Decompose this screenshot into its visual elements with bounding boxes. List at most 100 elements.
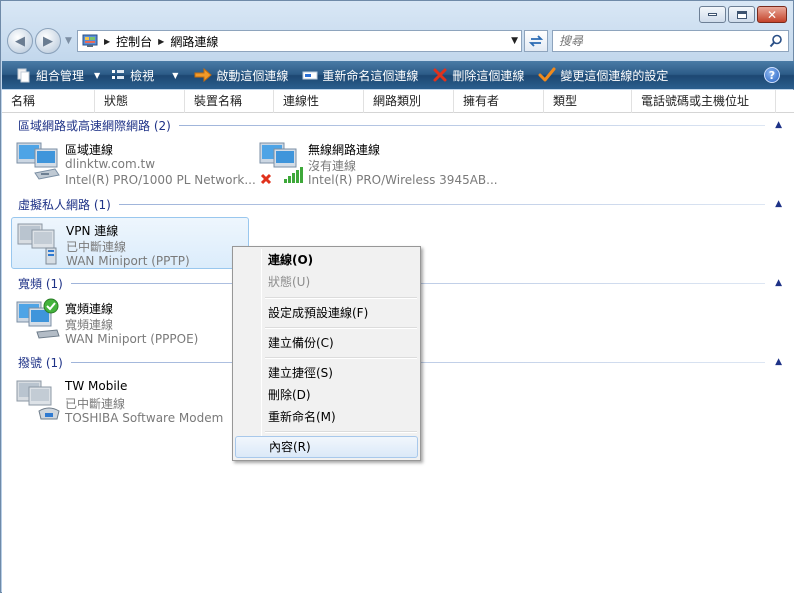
forward-button[interactable]: ▶	[35, 28, 61, 54]
history-dropdown-icon[interactable]: ▼	[65, 36, 72, 46]
chevron-down-icon: ▼	[172, 70, 179, 80]
column-name[interactable]: 名稱	[2, 90, 95, 113]
menu-item-status[interactable]: 狀態(U)	[235, 271, 418, 293]
maximize-button[interactable]	[728, 6, 755, 23]
views-icon	[112, 70, 125, 79]
connection-status: 已中斷連線	[65, 397, 126, 411]
column-owner[interactable]: 擁有者	[454, 90, 544, 113]
column-status[interactable]: 狀態	[95, 90, 185, 113]
connection-item-local-area[interactable]: 區域連線 dlinktw.com.tw Intel(R) PRO/1000 PL…	[11, 137, 256, 189]
menu-separator	[265, 357, 417, 359]
search-icon[interactable]	[769, 34, 783, 48]
organize-label: 組合管理	[36, 68, 85, 83]
breadcrumb-network-connections[interactable]: 網路連線	[170, 33, 218, 50]
connection-item-vpn[interactable]: VPN 連線 已中斷連線 WAN Miniport (PPTP)	[11, 217, 249, 269]
back-button[interactable]: ◀	[7, 28, 33, 54]
collapse-chevron-icon[interactable]: ▲	[775, 357, 782, 367]
menu-separator	[265, 431, 417, 433]
address-dropdown-icon[interactable]: ▼	[511, 36, 518, 46]
back-arrow-icon: ◀	[15, 33, 25, 49]
column-network-category[interactable]: 網路類別	[364, 90, 454, 113]
views-label: 檢視	[130, 68, 155, 83]
help-icon[interactable]: ?	[764, 67, 780, 83]
collapse-chevron-icon[interactable]: ▲	[775, 199, 782, 209]
delete-connection-label: 刪除這個連線	[452, 68, 525, 83]
explorer-window: ✕ ◀ ▶ ▼ ▶ 控制台 ▶ 網路連線 ▼ 搜尋 組合管理 ▼ 檢視 ▼ 啟動…	[0, 0, 794, 593]
navigation-bar: ◀ ▶ ▼ ▶ 控制台 ▶ 網路連線 ▼	[7, 28, 789, 56]
column-type[interactable]: 類型	[544, 90, 632, 113]
delete-connection-button[interactable]: 刪除這個連線	[427, 61, 529, 89]
wireless-computer-icon	[259, 142, 303, 185]
connection-name: 無線網路連線	[308, 143, 381, 157]
search-box[interactable]	[552, 30, 789, 52]
rename-connection-label: 重新命名這個連線	[322, 68, 419, 83]
menu-item-properties[interactable]: 內容(R)	[235, 436, 418, 458]
menu-item-rename[interactable]: 重新命名(M)	[235, 406, 418, 428]
minimize-button[interactable]	[699, 6, 726, 23]
organize-button[interactable]: 組合管理 ▼	[11, 61, 105, 89]
menu-item-set-default[interactable]: 設定成預設連線(F)	[235, 302, 418, 324]
caption-buttons: ✕	[699, 6, 787, 23]
connection-device: WAN Miniport (PPPOE)	[65, 332, 199, 346]
connection-status: dlinktw.com.tw	[65, 157, 156, 171]
breadcrumb-arrow-icon[interactable]: ▶	[158, 37, 164, 46]
group-title: 虛擬私人網路 (1)	[18, 197, 111, 212]
close-icon: ✕	[766, 7, 778, 22]
minimize-icon	[708, 13, 717, 16]
menu-item-create-backup[interactable]: 建立備份(C)	[235, 332, 418, 354]
connection-device: Intel(R) PRO/Wireless 3945AB...	[308, 173, 498, 187]
breadcrumb-control-panel[interactable]: 控制台	[116, 33, 152, 50]
menu-separator	[265, 327, 417, 329]
content-pane: 名稱 狀態 裝置名稱 連線性 網路類別 擁有者 類型 電話號碼或主機位址 區域網…	[2, 90, 794, 593]
address-bar[interactable]: ▶ 控制台 ▶ 網路連線 ▼	[77, 30, 522, 52]
start-connection-button[interactable]: 啟動這個連線	[189, 61, 293, 89]
change-settings-label: 變更這個連線的設定	[560, 68, 669, 83]
connection-name: TW Mobile	[65, 379, 128, 393]
group-title: 區域網路或高速網際網路 (2)	[18, 118, 171, 133]
refresh-button[interactable]	[524, 30, 548, 52]
views-button[interactable]: 檢視 ▼	[105, 61, 183, 89]
column-connectivity[interactable]: 連線性	[274, 90, 364, 113]
connection-item-broadband[interactable]: 寬頻連線 寬頻連線 WAN Miniport (PPPOE)	[11, 296, 249, 348]
menu-item-create-shortcut[interactable]: 建立捷徑(S)	[235, 362, 418, 384]
menu-separator	[265, 297, 417, 299]
column-headers: 名稱 狀態 裝置名稱 連線性 網路類別 擁有者 類型 電話號碼或主機位址	[2, 90, 794, 113]
rename-icon	[302, 71, 318, 80]
group-title: 寬頻 (1)	[18, 276, 63, 291]
group-title: 撥號 (1)	[18, 355, 63, 370]
broadband-computer-icon	[16, 298, 60, 339]
control-panel-icon	[82, 34, 98, 47]
menu-item-delete[interactable]: 刪除(D)	[235, 384, 418, 406]
group-header-lan[interactable]: 區域網路或高速網際網路 (2) ▲	[18, 117, 782, 133]
vpn-computer-icon	[17, 223, 57, 265]
rename-connection-button[interactable]: 重新命名這個連線	[297, 61, 423, 89]
chevron-down-icon: ▼	[94, 70, 101, 80]
connection-status: 沒有連線	[308, 159, 357, 173]
red-x-icon	[433, 68, 447, 82]
group-header-vpn[interactable]: 虛擬私人網路 (1) ▲	[18, 196, 782, 212]
collapse-chevron-icon[interactable]: ▲	[775, 120, 782, 130]
menu-item-connect[interactable]: 連線(O)	[235, 249, 418, 271]
connection-device: TOSHIBA Software Modem	[65, 411, 224, 425]
group-divider	[118, 203, 766, 205]
breadcrumb-arrow-icon[interactable]: ▶	[104, 37, 110, 46]
context-menu: 連線(O) 狀態(U) 設定成預設連線(F) 建立備份(C) 建立捷徑(S) 刪…	[232, 246, 421, 461]
connection-device: Intel(R) PRO/1000 PL Network...	[65, 173, 256, 187]
close-button[interactable]: ✕	[757, 6, 787, 23]
arrow-right-icon	[194, 67, 213, 83]
column-device-name[interactable]: 裝置名稱	[185, 90, 274, 113]
connection-status: 寬頻連線	[65, 318, 114, 332]
start-connection-label: 啟動這個連線	[216, 68, 289, 83]
connection-item-wireless[interactable]: 無線網路連線 沒有連線 Intel(R) PRO/Wireless 3945AB…	[254, 137, 498, 189]
connection-name: 區域連線	[65, 143, 114, 157]
checkmark-icon	[538, 67, 556, 82]
column-phone-or-host[interactable]: 電話號碼或主機位址	[632, 90, 776, 113]
change-settings-button[interactable]: 變更這個連線的設定	[533, 61, 673, 89]
command-bar: 組合管理 ▼ 檢視 ▼ 啟動這個連線 重新命名這個連線 刪除這個連線 變更這個連…	[2, 61, 794, 89]
organize-icon	[17, 68, 30, 83]
maximize-icon	[736, 10, 747, 19]
search-input[interactable]	[559, 32, 759, 50]
collapse-chevron-icon[interactable]: ▲	[775, 278, 782, 288]
connection-device: WAN Miniport (PPTP)	[66, 254, 190, 268]
connection-item-dialup[interactable]: TW Mobile 已中斷連線 TOSHIBA Software Modem	[11, 375, 249, 427]
